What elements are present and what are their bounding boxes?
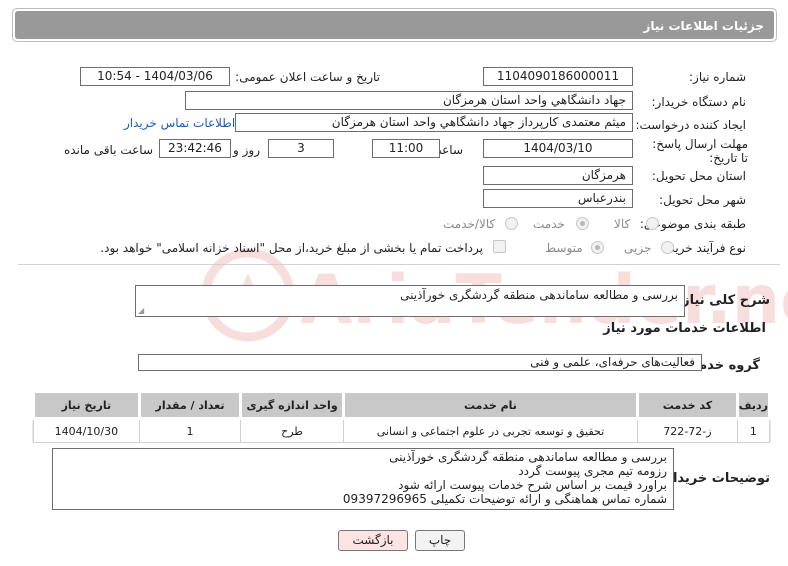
requester-field: میثم معتمدی کارپرداز جهاد دانشگاهي واحد … (235, 113, 633, 132)
purchase-medium-radio[interactable] (591, 241, 604, 254)
need-number-field: 1104090186000011 (483, 67, 633, 86)
treasury-note: پرداخت تمام یا بخشی از مبلغ خرید،از محل … (100, 241, 483, 255)
category-goods-label: کالا (614, 217, 631, 231)
deadline-label: مهلت ارسال پاسخ: تا تاریخ: (648, 137, 748, 165)
back-button[interactable]: بازگشت (338, 530, 408, 551)
service-group-field: فعالیت‌های حرفه‌ای، علمی و فنی (138, 354, 702, 371)
divider (18, 264, 780, 265)
deadline-date-field: 1404/03/10 (483, 139, 633, 158)
buyer-note-line: بررسی و مطالعه ساماندهی منطقه گردشگری خو… (389, 450, 667, 464)
col-header-need-date: تاریخ نیاز (32, 390, 141, 420)
general-desc-field: بررسی و مطالعه ساماندهی منطقه گردشگری خو… (135, 285, 685, 317)
panel-title: جزئیات اطلاعات نیاز (15, 11, 774, 39)
province-label: استان محل تحویل: (651, 169, 746, 183)
announce-datetime-field: 1404/03/06 - 10:54 (80, 67, 230, 86)
buyer-org-field: جهاد دانشگاهي واحد استان هرمزگان (185, 91, 633, 110)
cell-service-code: ز-72-722 (637, 418, 738, 443)
category-service-radio[interactable] (576, 217, 589, 230)
col-header-service-name: نام خدمت (341, 390, 640, 420)
treasury-checkbox[interactable] (493, 240, 506, 253)
general-desc-label: شرح کلی نیاز: (676, 293, 770, 308)
general-desc-text: بررسی و مطالعه ساماندهی منطقه گردشگری خو… (400, 288, 678, 302)
need-number-label: شماره نیاز: (689, 70, 746, 84)
cell-row-number: 1 (736, 418, 771, 443)
category-goods-service-label: کالا/خدمت (443, 217, 496, 231)
purchase-partial-radio[interactable] (661, 241, 674, 254)
table-header-row: ردیف کد خدمت نام خدمت واحد اندازه گیری ت… (32, 390, 772, 420)
cell-quantity: 1 (138, 418, 242, 443)
buyer-notes-label: توضیحات خریدار: (660, 471, 770, 486)
cell-service-name: تحقیق و توسعه تجربی در علوم اجتماعی و ان… (342, 418, 639, 443)
days-field: 3 (268, 139, 334, 158)
print-button[interactable]: چاپ (415, 530, 465, 551)
remaining-label: ساعت باقی مانده (63, 143, 153, 157)
buyer-note-line: براورد قیمت بر اساس شرح خدمات پیوست ارائ… (398, 478, 667, 492)
services-info-title: اطلاعات خدمات مورد نیاز (603, 321, 766, 336)
category-goods-service-radio[interactable] (505, 217, 518, 230)
buyer-contact-link[interactable]: اطلاعات تماس خریدار (124, 116, 235, 130)
deadline-time-field: 11:00 (372, 139, 440, 158)
cell-unit: طرح (240, 418, 344, 443)
purchase-partial-label: جزیی (624, 241, 652, 255)
col-header-quantity: تعداد / مقدار (137, 390, 243, 420)
requester-label: ایجاد کننده درخواست: (635, 118, 746, 132)
col-header-row-number: ردیف (735, 390, 772, 420)
cell-need-date: 1404/10/30 (33, 418, 140, 443)
buyer-note-line: رزومه تیم مجری پیوست گردد (518, 464, 667, 478)
purchase-medium-label: متوسط (545, 241, 583, 255)
buyer-notes-field: بررسی و مطالعه ساماندهی منطقه گردشگری خو… (52, 448, 674, 510)
remaining-time-field: 23:42:46 (159, 139, 231, 158)
category-service-label: خدمت (533, 217, 565, 231)
city-field: بندرعباس (483, 189, 633, 208)
details-panel: جزئیات اطلاعات نیاز (12, 8, 777, 42)
city-label: شهر محل تحویل: (659, 193, 746, 207)
services-table: ردیف کد خدمت نام خدمت واحد اندازه گیری ت… (32, 390, 772, 443)
deadline-label-text: مهلت ارسال پاسخ: تا تاریخ: (652, 137, 748, 165)
announce-datetime-label: تاریخ و ساعت اعلان عمومی: (235, 70, 380, 84)
category-goods-radio[interactable] (646, 217, 659, 230)
buyer-note-line: شماره تماس هماهنگی و ارائه توضیحات تکمیل… (342, 492, 667, 506)
col-header-service-code: کد خدمت (636, 390, 739, 420)
table-row: 1 ز-72-722 تحقیق و توسعه تجربی در علوم ا… (33, 418, 771, 443)
resize-grip-icon[interactable]: ◢ (138, 306, 144, 315)
col-header-unit: واحد اندازه گیری (239, 390, 345, 420)
buyer-org-label: نام دستگاه خریدار: (651, 95, 747, 109)
province-field: هرمزگان (483, 166, 633, 185)
day-and-label: روز و (233, 143, 260, 157)
